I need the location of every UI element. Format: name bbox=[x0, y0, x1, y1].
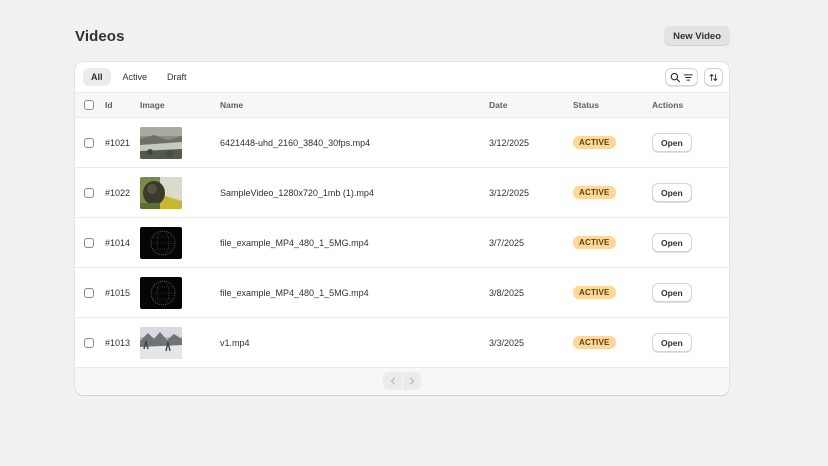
video-date: 3/12/2025 bbox=[489, 187, 530, 198]
tab-active[interactable]: Active bbox=[115, 68, 156, 86]
open-button[interactable]: Open bbox=[652, 283, 692, 302]
chevron-right-icon bbox=[409, 377, 415, 385]
video-date: 3/8/2025 bbox=[489, 287, 525, 298]
open-button[interactable]: Open bbox=[652, 333, 692, 352]
table-row[interactable]: #1021 6421448-uhd_2160_3840_30fps.mp4 3/… bbox=[75, 118, 729, 168]
sort-button[interactable] bbox=[704, 68, 723, 86]
row-checkbox[interactable] bbox=[84, 337, 94, 348]
column-header-name[interactable]: Name bbox=[220, 93, 243, 117]
video-name: file_example_MP4_480_1_5MG.mp4 bbox=[220, 237, 369, 248]
status-badge: ACTIVE bbox=[573, 186, 616, 199]
page-header: Videos New Video bbox=[75, 26, 730, 46]
video-date: 3/12/2025 bbox=[489, 137, 530, 148]
video-thumbnail[interactable] bbox=[140, 226, 182, 259]
filter-icon bbox=[683, 73, 693, 81]
open-button[interactable]: Open bbox=[652, 233, 692, 252]
tab-all[interactable]: All bbox=[83, 68, 111, 86]
status-badge: ACTIVE bbox=[573, 136, 616, 149]
video-date: 3/3/2025 bbox=[489, 337, 525, 348]
video-thumbnail[interactable] bbox=[140, 276, 182, 309]
video-name: v1.mp4 bbox=[220, 337, 250, 348]
video-date: 3/7/2025 bbox=[489, 237, 525, 248]
column-header-date[interactable]: Date bbox=[489, 93, 507, 117]
toolbar: All Active Draft bbox=[75, 62, 729, 92]
sort-icon bbox=[709, 73, 718, 81]
tab-list: All Active Draft bbox=[83, 68, 195, 86]
chevron-left-icon bbox=[390, 377, 395, 385]
pagination bbox=[383, 372, 421, 390]
select-all-checkbox[interactable] bbox=[84, 100, 94, 110]
open-button[interactable]: Open bbox=[652, 183, 692, 202]
row-id: #1015 bbox=[105, 287, 131, 298]
toolbar-tools bbox=[665, 68, 723, 86]
previous-page-button[interactable] bbox=[383, 372, 402, 390]
videos-card: All Active Draft Id Image Name Date Stat… bbox=[75, 62, 729, 395]
row-id: #1021 bbox=[105, 137, 131, 148]
row-id: #1014 bbox=[105, 237, 131, 248]
row-id: #1022 bbox=[105, 187, 131, 198]
row-checkbox[interactable] bbox=[84, 287, 94, 298]
row-checkbox[interactable] bbox=[84, 137, 94, 148]
row-checkbox[interactable] bbox=[84, 237, 94, 248]
video-thumbnail[interactable] bbox=[140, 326, 182, 359]
next-page-button[interactable] bbox=[402, 372, 421, 390]
status-badge: ACTIVE bbox=[573, 336, 616, 349]
status-badge: ACTIVE bbox=[573, 286, 616, 299]
table-footer bbox=[75, 368, 729, 394]
column-header-id[interactable]: Id bbox=[105, 93, 113, 117]
open-button[interactable]: Open bbox=[652, 133, 692, 152]
column-header-image: Image bbox=[140, 100, 165, 110]
video-thumbnail[interactable] bbox=[140, 176, 182, 209]
table-row[interactable]: #1015 file_example_MP4_480_1_5MG.mp4 3/8… bbox=[75, 268, 729, 318]
row-id: #1013 bbox=[105, 337, 131, 348]
column-header-actions: Actions bbox=[652, 100, 684, 110]
new-video-button[interactable]: New Video bbox=[664, 26, 730, 46]
status-badge: ACTIVE bbox=[573, 236, 616, 249]
table-row[interactable]: #1013 v1.mp4 3/3/2025 ACTIVE Open bbox=[75, 318, 729, 368]
page-title: Videos bbox=[75, 27, 125, 45]
search-filter-button[interactable] bbox=[665, 68, 698, 86]
table-row[interactable]: #1014 file_example_MP4_480_1_5MG.mp4 3/7… bbox=[75, 218, 729, 268]
video-thumbnail[interactable] bbox=[140, 126, 182, 159]
page: Videos New Video All Active Draft Id Ima… bbox=[0, 0, 828, 466]
table-header: Id Image Name Date Status Actions bbox=[75, 92, 729, 118]
video-name: file_example_MP4_480_1_5MG.mp4 bbox=[220, 287, 369, 298]
column-header-status[interactable]: Status bbox=[573, 93, 599, 117]
video-name: 6421448-uhd_2160_3840_30fps.mp4 bbox=[220, 137, 371, 148]
search-icon bbox=[670, 72, 681, 82]
row-checkbox[interactable] bbox=[84, 187, 94, 198]
tab-draft[interactable]: Draft bbox=[159, 68, 195, 86]
video-name: SampleVideo_1280x720_1mb (1).mp4 bbox=[220, 187, 374, 198]
table-row[interactable]: #1022 SampleVideo_1280x720_1mb (1).mp4 3… bbox=[75, 168, 729, 218]
